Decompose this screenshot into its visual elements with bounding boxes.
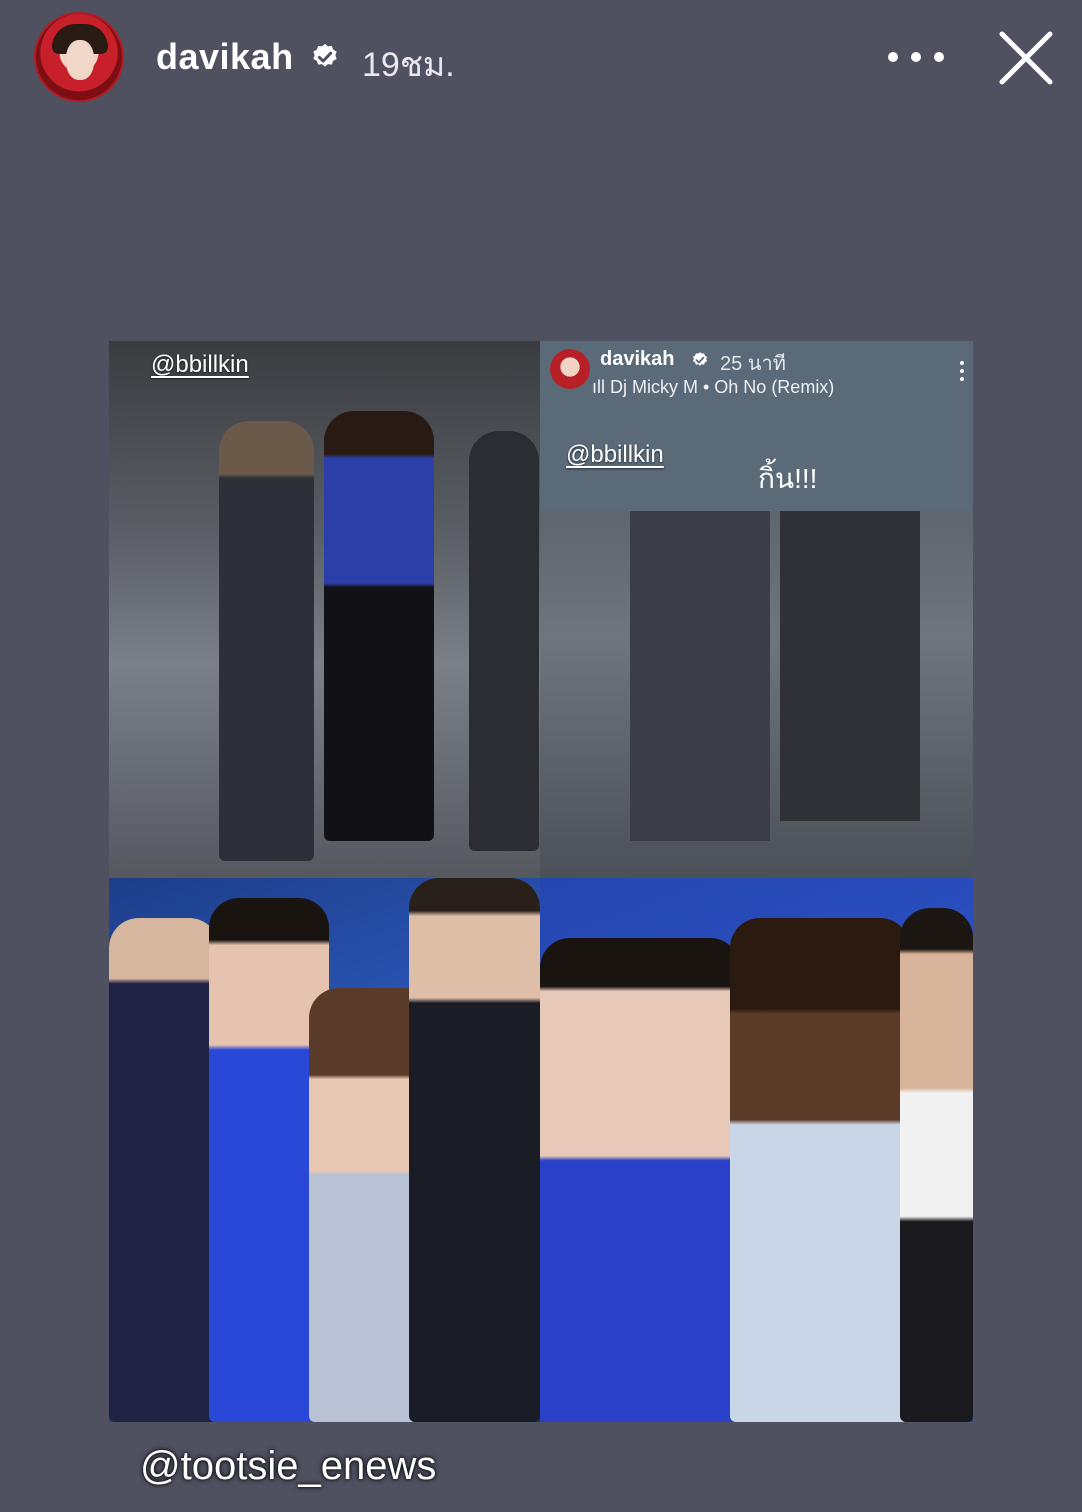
embedded-music: ıll Dj Micky M • Oh No (Remix) [592,377,834,398]
music-bars-icon: ıll [592,377,610,397]
collage-photo-closeup [540,878,973,1422]
dot [934,52,944,62]
avatar-face [66,40,94,80]
profile-username[interactable]: davikah [156,36,294,78]
credit-mention[interactable]: @tootsie_enews [140,1444,436,1489]
embedded-timestamp: 25 นาที [720,353,786,375]
photo-figure-woman [324,411,434,841]
photo-figure-child [730,918,910,1422]
embedded-caption: กิ้น!!! [758,463,818,494]
photo-figure-man-right [900,908,973,1422]
embedded-music-label: Dj Micky M • Oh No (Remix) [610,377,835,397]
dot [960,377,964,381]
photo-figure-woman-closeup [540,938,740,1422]
embedded-avatar [550,349,590,389]
photo-figure-man [219,421,314,861]
photo-mention-tag: @bbillkin [151,351,249,378]
verified-badge-icon [693,352,707,366]
dot [960,361,964,365]
story-media-collage[interactable]: @bbillkin davikah 25 นาที ıll Dj Micky M… [109,341,973,1422]
embedded-username: davikah [600,348,675,370]
close-icon[interactable] [994,26,1058,90]
story-timestamp: 19ชม. [362,46,455,84]
photo-legs-left [630,511,770,841]
collage-embedded-story: davikah 25 นาที ıll Dj Micky M • Oh No (… [540,341,973,878]
photo-figure-suit-right [409,878,540,1422]
photo-figure-suit-left [109,918,219,1422]
embedded-mention-tag: @bbillkin [566,441,664,468]
profile-avatar[interactable] [34,12,124,102]
dot [911,52,921,62]
collage-photo-stage: @bbillkin [109,341,540,878]
dot [888,52,898,62]
photo-legs-right [780,511,920,821]
dot [960,369,964,373]
more-vertical-icon [960,361,964,381]
collage-photo-group [109,878,540,1422]
verified-badge-icon [313,43,337,67]
more-options-icon[interactable] [888,42,944,72]
photo-figure-right [469,431,539,851]
story-header: davikah 19ชม. [0,0,1082,120]
